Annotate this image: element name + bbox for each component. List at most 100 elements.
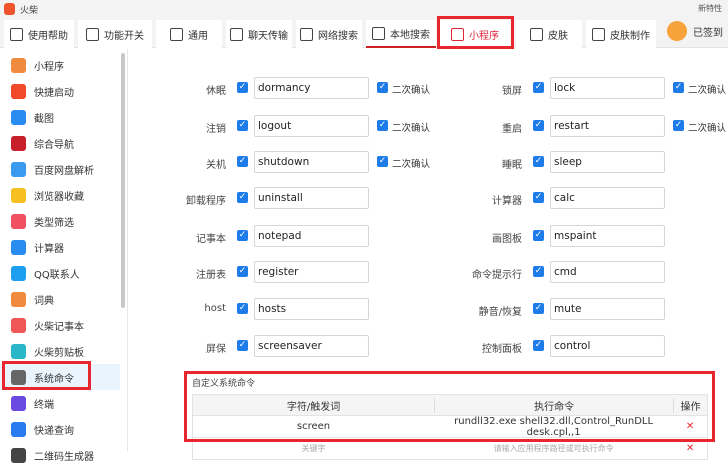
enable-checkbox[interactable]: ✓: [533, 192, 544, 203]
table-header: 字符/触发词 执行命令 操作: [192, 394, 708, 416]
command-input[interactable]: control: [550, 335, 665, 357]
sign-in-button[interactable]: 已签到: [667, 21, 723, 41]
command-input[interactable]: dormancy: [254, 77, 369, 99]
command-input[interactable]: calc: [550, 187, 665, 209]
command-input[interactable]: hosts: [254, 298, 369, 320]
tab-7[interactable]: 皮肤: [516, 20, 582, 48]
tab-0[interactable]: 使用帮助: [4, 20, 74, 48]
command-input[interactable]: mute: [550, 298, 665, 320]
tab-6[interactable]: 小程序: [440, 20, 510, 48]
trigger-input[interactable]: 关键字: [193, 443, 434, 454]
tab-label: 网络搜索: [318, 30, 358, 42]
confirm-checkbox[interactable]: ✓: [377, 156, 388, 167]
sidebar-item[interactable]: 火柴剪贴板: [0, 338, 120, 364]
new-features-link[interactable]: 新特性: [698, 3, 722, 14]
sidebar-item[interactable]: 截图: [0, 104, 120, 130]
tab-icon: [230, 27, 243, 41]
tab-icon: [300, 27, 313, 41]
confirm-checkbox[interactable]: ✓: [377, 120, 388, 131]
tab-icon: [170, 27, 183, 41]
delete-icon[interactable]: ✕: [673, 421, 707, 432]
sidebar-item[interactable]: 终端: [0, 390, 120, 416]
command-input[interactable]: lock: [550, 77, 665, 99]
table-row: screen rundll32.exe shell32.dll,Control_…: [192, 416, 708, 438]
enable-checkbox[interactable]: ✓: [533, 266, 544, 277]
command-input[interactable]: screensaver: [254, 335, 369, 357]
sidebar-item[interactable]: 火柴记事本: [0, 312, 120, 338]
tab-3[interactable]: 聊天传输: [226, 20, 292, 48]
command-input[interactable]: logout: [254, 115, 369, 137]
sidebar-item-icon: [11, 421, 26, 437]
command-input[interactable]: uninstall: [254, 187, 369, 209]
sidebar-item[interactable]: 百度网盘解析: [0, 156, 120, 182]
tab-8[interactable]: 皮肤制作: [586, 20, 656, 48]
command-input[interactable]: sleep: [550, 151, 665, 173]
tab-label: 使用帮助: [28, 30, 68, 42]
enable-checkbox[interactable]: ✓: [237, 120, 248, 131]
enable-checkbox[interactable]: ✓: [533, 340, 544, 351]
command-input[interactable]: shutdown: [254, 151, 369, 173]
enable-checkbox[interactable]: ✓: [533, 230, 544, 241]
sidebar-item[interactable]: 快捷启动: [0, 78, 120, 104]
header-command: 执行命令: [434, 397, 673, 413]
sidebar-item-label: 二维码生成器: [34, 451, 94, 463]
enable-checkbox[interactable]: ✓: [237, 192, 248, 203]
sidebar-item-icon: [11, 57, 26, 73]
confirm-label: 二次确认: [392, 159, 431, 170]
sidebar-item[interactable]: 系统命令: [0, 364, 120, 390]
sidebar-item[interactable]: QQ联系人: [0, 260, 120, 286]
tab-icon: [592, 27, 605, 41]
enable-checkbox[interactable]: ✓: [533, 303, 544, 314]
enable-checkbox[interactable]: ✓: [237, 230, 248, 241]
enable-checkbox[interactable]: ✓: [533, 120, 544, 131]
title-bar: 火柴 新特性: [0, 0, 728, 18]
confirm-checkbox[interactable]: ✓: [377, 82, 388, 93]
sign-in-label: 已签到: [693, 27, 723, 39]
sidebar-item[interactable]: 小程序: [0, 52, 120, 78]
confirm-label: 二次确认: [392, 85, 431, 96]
command-label: 控制面板: [482, 344, 522, 355]
enable-checkbox[interactable]: ✓: [533, 82, 544, 93]
sidebar-item-label: 截图: [34, 113, 54, 125]
sidebar-item[interactable]: 类型筛选: [0, 208, 120, 234]
command-label: 静音/恢复: [478, 307, 522, 318]
sidebar-scrollbar[interactable]: [121, 53, 125, 308]
enable-checkbox[interactable]: ✓: [237, 156, 248, 167]
new-row: 关键字 请输入应用程序路径或可执行命令 ✕: [192, 438, 708, 460]
enable-checkbox[interactable]: ✓: [237, 303, 248, 314]
sidebar-item[interactable]: 综合导航: [0, 130, 120, 156]
tab-4[interactable]: 网络搜索: [296, 20, 362, 48]
sidebar-item-label: QQ联系人: [34, 269, 80, 281]
sidebar-item[interactable]: 二维码生成器: [0, 442, 120, 468]
command-label: 锁屏: [502, 86, 522, 97]
command-input[interactable]: restart: [550, 115, 665, 137]
sidebar-item[interactable]: 词典: [0, 286, 120, 312]
confirm-checkbox[interactable]: ✓: [673, 82, 684, 93]
command-input[interactable]: register: [254, 261, 369, 283]
header-trigger: 字符/触发词: [286, 401, 341, 413]
tab-1[interactable]: 功能开关: [78, 20, 152, 48]
confirm-checkbox[interactable]: ✓: [673, 120, 684, 131]
enable-checkbox[interactable]: ✓: [237, 82, 248, 93]
enable-checkbox[interactable]: ✓: [237, 266, 248, 277]
enable-checkbox[interactable]: ✓: [237, 340, 248, 351]
command-cell[interactable]: rundll32.exe shell32.dll,Control_RunDLL …: [434, 416, 673, 438]
enable-checkbox[interactable]: ✓: [533, 156, 544, 167]
sidebar-item[interactable]: 浏览器收藏: [0, 182, 120, 208]
trigger-cell[interactable]: screen: [193, 421, 434, 432]
command-label: 屏保: [206, 344, 226, 355]
command-label: 休眠: [206, 86, 226, 97]
sidebar-item[interactable]: 快递查询: [0, 416, 120, 442]
tab-5[interactable]: 本地搜索: [366, 20, 436, 48]
command-input[interactable]: 请输入应用程序路径或可执行命令: [434, 443, 673, 454]
sidebar-item[interactable]: 计算器: [0, 234, 120, 260]
command-input[interactable]: notepad: [254, 225, 369, 247]
sidebar-item-icon: [11, 265, 26, 281]
sidebar-item-icon: [11, 239, 26, 255]
command-input[interactable]: mspaint: [550, 225, 665, 247]
tab-2[interactable]: 通用: [156, 20, 222, 48]
sidebar-item-icon: [11, 447, 26, 463]
sidebar-item-label: 火柴记事本: [34, 321, 84, 333]
command-input[interactable]: cmd: [550, 261, 665, 283]
delete-icon[interactable]: ✕: [673, 443, 707, 454]
